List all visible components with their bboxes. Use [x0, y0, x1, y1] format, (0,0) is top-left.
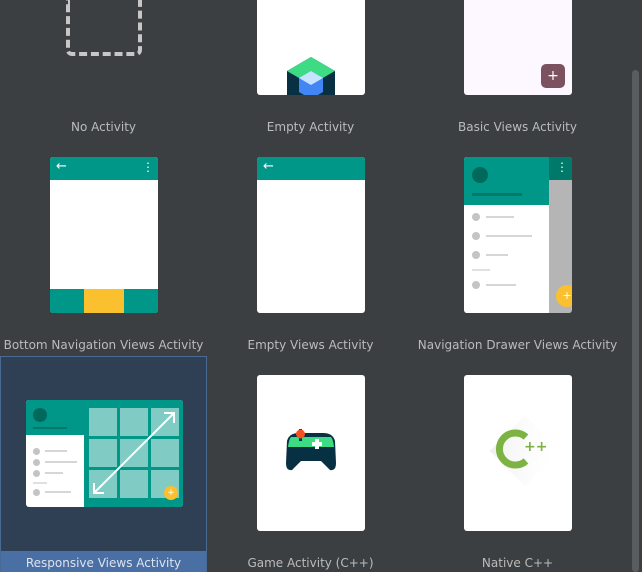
game-controller-icon — [286, 429, 336, 471]
scrollbar-thumb[interactable] — [632, 70, 639, 572]
template-empty-activity[interactable]: Empty Activity — [207, 0, 414, 137]
drawer-item-line — [45, 461, 77, 463]
template-basic-views-activity[interactable]: + Basic Views Activity — [414, 0, 621, 137]
drawer-avatar-preview — [33, 408, 47, 422]
template-bottom-navigation-views-activity[interactable]: ← ⋮ Bottom Navigation Views Activity — [0, 138, 207, 355]
template-preview-card: ++ — [464, 375, 572, 531]
bottom-navigation-preview — [50, 289, 158, 313]
drawer-item-preview — [472, 232, 480, 240]
fab-button-preview: + — [556, 285, 572, 307]
template-label: Basic Views Activity — [457, 120, 577, 134]
template-label: Game Activity (C++) — [247, 556, 374, 570]
back-arrow-icon: ← — [263, 159, 274, 174]
overflow-menu-icon: ⋮ — [142, 160, 154, 174]
drawer-header-preview — [26, 400, 84, 435]
template-label: No Activity — [70, 120, 136, 134]
no-activity-placeholder-icon — [66, 0, 142, 56]
drawer-header-preview — [464, 157, 549, 205]
drawer-item-preview — [33, 459, 40, 466]
template-game-activity-cpp[interactable]: Game Activity (C++) — [207, 356, 414, 572]
template-label: Native C++ — [481, 556, 554, 570]
drawer-item-line — [45, 472, 63, 474]
drawer-item-line — [45, 450, 67, 452]
template-preview-card: ⋮ + — [464, 157, 572, 313]
template-responsive-views-activity[interactable]: + Responsive Views Activity — [0, 356, 207, 572]
plus-icon: + — [167, 488, 175, 498]
drawer-item-line — [486, 254, 508, 256]
template-label: Navigation Drawer Views Activity — [417, 338, 618, 352]
navigation-drawer-preview — [464, 157, 549, 313]
template-preview-card — [257, 0, 365, 95]
plus-icon: + — [562, 289, 572, 302]
drawer-avatar-preview — [472, 167, 488, 183]
drawer-item-preview — [33, 448, 40, 455]
plus-icon: + — [547, 68, 559, 84]
fab-button-preview: + — [541, 64, 565, 88]
cpp-logo-plus-text: ++ — [524, 439, 548, 455]
drawer-item-line — [486, 235, 532, 237]
drawer-item-line — [486, 216, 514, 218]
fab-button-preview: + — [164, 486, 178, 500]
template-preview-card — [257, 375, 365, 531]
drawer-item-preview — [33, 470, 40, 477]
template-preview-card: + — [26, 400, 183, 507]
back-arrow-icon: ← — [56, 159, 67, 174]
responsive-grid-preview: + — [84, 400, 183, 507]
template-no-activity[interactable]: No Activity — [0, 0, 207, 137]
bottom-navigation-selected-item — [84, 289, 124, 313]
drawer-item-line — [486, 284, 516, 286]
drawer-item-preview — [472, 281, 480, 289]
drawer-divider — [33, 482, 47, 484]
template-gallery: No Activity Empty Activity + Basic Views… — [0, 0, 630, 572]
template-label: Empty Activity — [266, 120, 355, 134]
app-bar-preview: ← ⋮ — [50, 157, 158, 180]
overflow-menu-icon: ⋮ — [556, 160, 568, 174]
cpp-logo-icon — [489, 415, 561, 487]
drawer-item-preview — [472, 213, 480, 221]
template-preview-card: ← ⋮ — [50, 157, 158, 313]
template-navigation-drawer-views-activity[interactable]: ⋮ + Navigation Drawer Views Activity — [414, 138, 621, 355]
drawer-item-line — [45, 491, 71, 493]
app-bar-preview: ← — [257, 157, 365, 180]
template-label: Responsive Views Activity — [1, 551, 206, 572]
drawer-header-line — [33, 427, 67, 429]
template-label: Bottom Navigation Views Activity — [3, 338, 204, 352]
drawer-divider — [472, 269, 490, 271]
template-preview-card: + — [464, 0, 572, 95]
template-native-cpp[interactable]: ++ Native C++ — [414, 356, 621, 572]
drawer-header-line — [472, 193, 522, 196]
template-label: Empty Views Activity — [247, 338, 374, 352]
jetpack-compose-icon — [287, 57, 335, 95]
drawer-item-preview — [472, 251, 480, 259]
template-empty-views-activity[interactable]: ← Empty Views Activity — [207, 138, 414, 355]
template-preview-card: ← — [257, 157, 365, 313]
drawer-item-preview — [33, 489, 40, 496]
